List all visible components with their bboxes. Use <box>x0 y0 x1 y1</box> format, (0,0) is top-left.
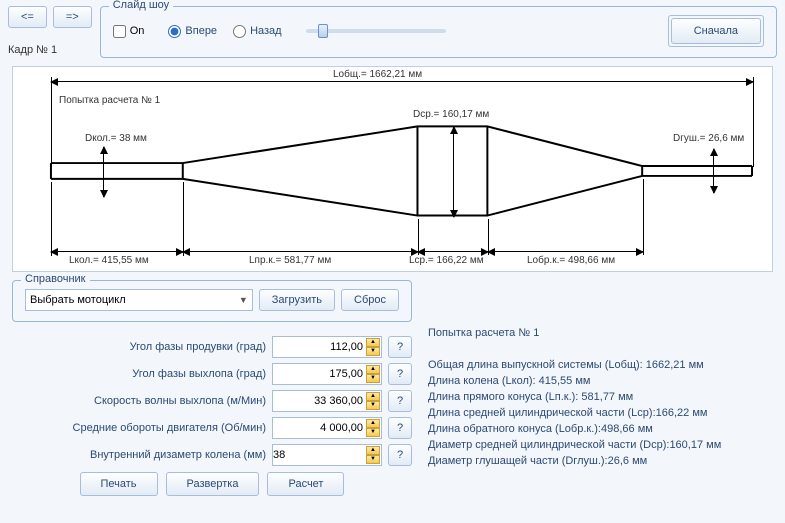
reference-fieldset: Справочник Выбрать мотоцикл ▼ Загрузить … <box>12 280 412 322</box>
label-purge: Угол фазы продувки (град) <box>130 341 266 353</box>
speed-slider[interactable] <box>306 29 644 33</box>
label-dia: Внутренний дизаметр колена (мм) <box>90 449 266 461</box>
next-button[interactable]: => <box>53 6 92 28</box>
label-dcol: Dкол.= 38 мм <box>85 133 147 144</box>
spinner-icon[interactable]: ▲▼ <box>366 365 380 383</box>
slideshow-on-checkbox[interactable]: On <box>113 25 145 38</box>
results-line: Длина прямого конуса (Lп.к.): 581,77 мм <box>428 390 773 406</box>
forward-label: Впере <box>185 25 217 37</box>
results-line: Длина средней цилиндрической части (Lср)… <box>428 406 773 422</box>
results-line: Диаметр средней цилиндрической части (Dс… <box>428 438 773 454</box>
label-attempt: Попытка расчета № 1 <box>59 95 160 106</box>
unfold-button[interactable]: Развертка <box>166 472 260 496</box>
motorcycle-select[interactable]: Выбрать мотоцикл ▼ <box>25 289 253 311</box>
label-dgush: Dгуш.= 26,6 мм <box>673 133 744 144</box>
spinner-icon[interactable]: ▲▼ <box>366 338 380 356</box>
print-button[interactable]: Печать <box>80 472 158 496</box>
label-lprk: Lпр.к.= 581,77 мм <box>249 255 331 266</box>
label-rpm: Средние обороты двигателя (Об/мин) <box>73 422 266 434</box>
reference-title: Справочник <box>21 273 90 285</box>
select-placeholder: Выбрать мотоцикл <box>30 294 126 306</box>
label-dcp: Dср.= 160,17 мм <box>413 109 489 120</box>
results-line: Диаметр глушащей части (Dглуш.):26,6 мм <box>428 454 773 470</box>
label-ltotal: Lобщ.= 1662,21 мм <box>333 69 422 80</box>
radio-forward[interactable]: Впере <box>168 25 217 38</box>
help-button[interactable]: ? <box>388 363 412 385</box>
input-exhaust[interactable]: ▲▼ <box>272 363 382 385</box>
help-button[interactable]: ? <box>388 390 412 412</box>
frame-label: Кадр № 1 <box>8 44 92 56</box>
results-line: Длина колена (Lкол): 415,55 мм <box>428 374 773 390</box>
input-purge[interactable]: ▲▼ <box>272 336 382 358</box>
restart-button[interactable]: Сначала <box>671 18 761 44</box>
results-line: Общая длина выпускной системы (Lобщ): 16… <box>428 358 773 374</box>
input-wave[interactable]: ▲▼ <box>272 390 382 412</box>
load-button[interactable]: Загрузить <box>259 289 335 311</box>
slideshow-title: Слайд шоу <box>109 0 173 11</box>
label-lobrk: Lобр.к.= 498,66 мм <box>527 255 615 266</box>
radio-backward[interactable]: Назад <box>233 25 282 38</box>
results-panel: Попытка расчета № 1 Общая длина выпускно… <box>428 280 773 496</box>
label-exhaust: Угол фазы выхлопа (град) <box>132 368 266 380</box>
help-button[interactable]: ? <box>388 336 412 358</box>
reset-button[interactable]: Сброс <box>341 289 399 311</box>
prev-button[interactable]: <= <box>8 6 47 28</box>
input-dia[interactable]: ▲▼ <box>272 444 382 466</box>
backward-label: Назад <box>250 25 282 37</box>
spinner-icon[interactable]: ▲▼ <box>366 392 380 410</box>
help-button[interactable]: ? <box>388 417 412 439</box>
label-wave: Скорость волны выхлопа (м/Мин) <box>94 395 266 407</box>
spinner-icon[interactable]: ▲▼ <box>366 419 380 437</box>
chevron-down-icon: ▼ <box>239 295 248 305</box>
spinner-icon[interactable]: ▲▼ <box>366 446 380 464</box>
help-button[interactable]: ? <box>388 444 412 466</box>
calc-button[interactable]: Расчет <box>267 472 344 496</box>
results-line: Длина обратного конуса (Lобр.к.):498,66 … <box>428 422 773 438</box>
on-label: On <box>130 25 145 37</box>
input-rpm[interactable]: ▲▼ <box>272 417 382 439</box>
label-lcp: Lср.= 166,22 мм <box>409 255 484 266</box>
exhaust-diagram: Lобщ.= 1662,21 мм Попытка расчета № 1 Dк… <box>12 66 773 272</box>
label-lcol: Lкол.= 415,55 мм <box>69 255 149 266</box>
results-title: Попытка расчета № 1 <box>428 326 773 342</box>
slideshow-fieldset: Слайд шоу On Впере Назад Сначала <box>100 6 777 58</box>
